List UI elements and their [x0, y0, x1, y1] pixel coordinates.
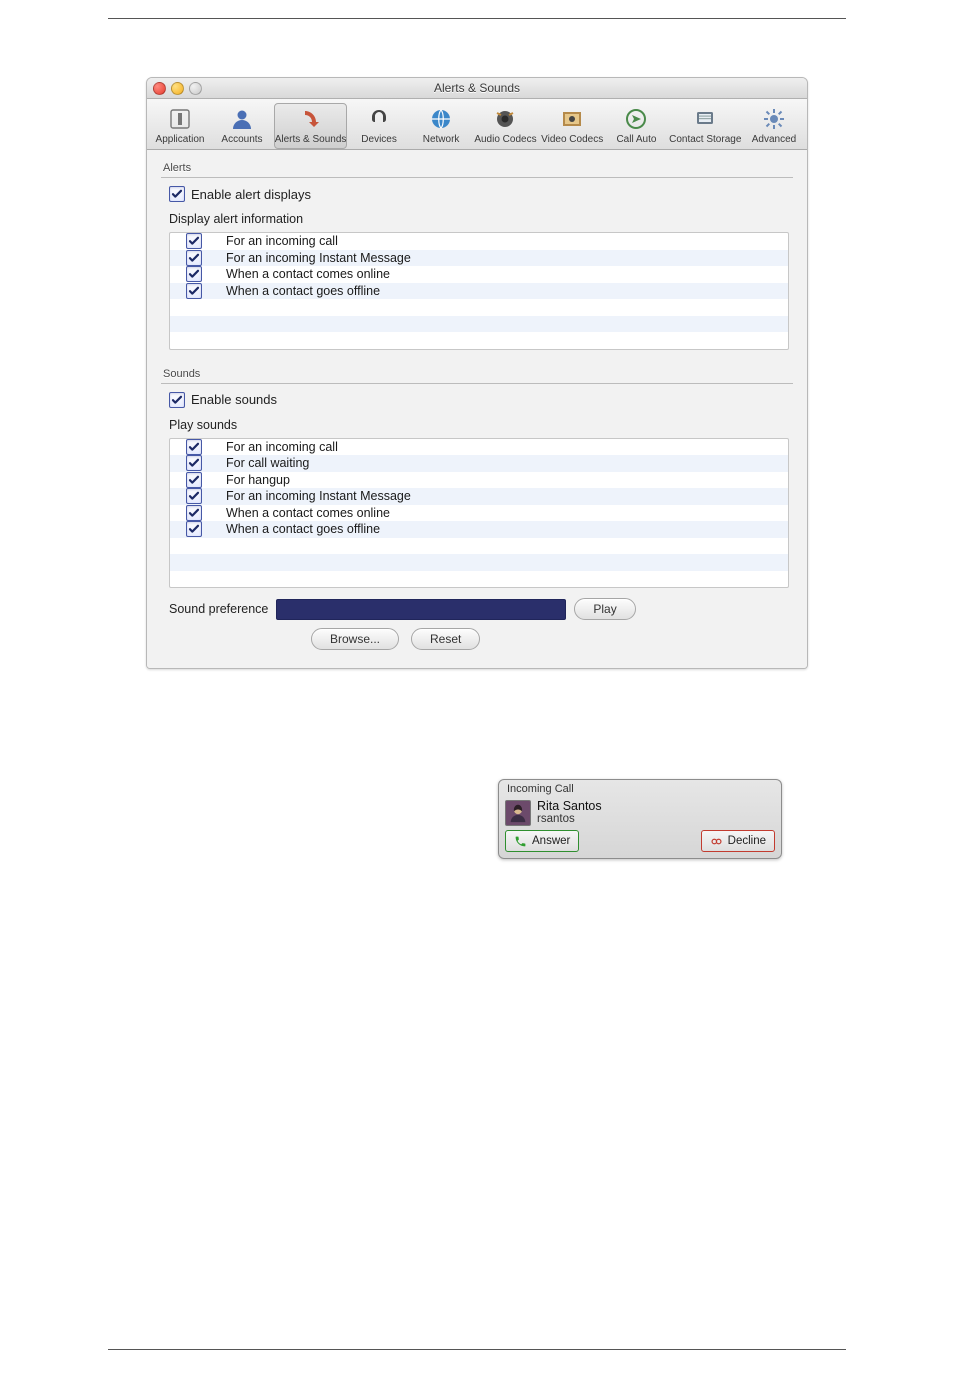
toolbar-icon	[227, 106, 257, 132]
toolbar-icon	[759, 106, 789, 132]
toolbar-tab-label: Devices	[361, 134, 397, 145]
toolbar-tab-label: Accounts	[221, 134, 262, 145]
alerts-section-header: Alerts	[161, 162, 793, 178]
row-label: For an incoming call	[226, 234, 338, 248]
list-row	[170, 538, 788, 555]
sound-preference-label: Sound preference	[169, 602, 268, 616]
sounds-list: For an incoming call For call waiting For …	[169, 438, 789, 589]
toolbar-icon	[490, 106, 520, 132]
toolbar-tab-alerts-sounds[interactable]: Alerts & Sounds	[274, 103, 347, 149]
toolbar-icon	[296, 106, 326, 132]
window-titlebar: Alerts & Sounds	[147, 78, 807, 99]
toolbar-tab-label: Application	[156, 134, 205, 145]
incoming-call-popup: Incoming Call Rita Santos rsantos Answer…	[498, 779, 782, 859]
list-row	[170, 554, 788, 571]
list-row[interactable]: For hangup	[170, 472, 788, 489]
play-sounds-label: Play sounds	[161, 410, 793, 438]
list-row[interactable]: For call waiting	[170, 455, 788, 472]
toolbar-tab-application[interactable]: Application	[150, 103, 210, 149]
decline-button-label: Decline	[728, 835, 766, 847]
row-label: When a contact goes offline	[226, 284, 380, 298]
toolbar-tab-video-codecs[interactable]: Video Codecs	[540, 103, 605, 149]
toolbar-tab-advanced[interactable]: Advanced	[744, 103, 804, 149]
toolbar-tab-label: Network	[423, 134, 460, 145]
enable-sounds-checkbox[interactable]	[169, 392, 185, 408]
display-alert-info-label: Display alert information	[161, 204, 793, 232]
toolbar-tab-label: Call Auto	[616, 134, 656, 145]
row-label: When a contact comes online	[226, 267, 390, 281]
row-checkbox[interactable]	[186, 439, 202, 455]
toolbar-tab-label: Video Codecs	[541, 134, 603, 145]
toolbar-tab-label: Contact Storage	[669, 134, 741, 145]
row-label: When a contact goes offline	[226, 522, 380, 536]
toolbar-tab-contact-storage[interactable]: Contact Storage	[668, 103, 742, 149]
toolbar-tab-label: Audio Codecs	[474, 134, 536, 145]
row-label: For an incoming Instant Message	[226, 251, 411, 265]
toolbar-tab-network[interactable]: Network	[411, 103, 471, 149]
list-row[interactable]: When a contact comes online	[170, 266, 788, 283]
row-label: For an incoming call	[226, 440, 338, 454]
enable-sounds-label: Enable sounds	[191, 392, 277, 407]
row-label: For hangup	[226, 473, 290, 487]
sound-preference-field[interactable]	[276, 599, 566, 620]
row-checkbox[interactable]	[186, 233, 202, 249]
answer-button-label: Answer	[532, 835, 570, 847]
enable-alert-displays-checkbox[interactable]	[169, 186, 185, 202]
list-row[interactable]: For an incoming call	[170, 233, 788, 250]
sounds-section-header: Sounds	[161, 368, 793, 384]
list-row[interactable]: When a contact comes online	[170, 505, 788, 522]
toolbar-icon	[690, 106, 720, 132]
caller-avatar	[505, 800, 531, 826]
row-checkbox[interactable]	[186, 266, 202, 282]
list-row	[170, 316, 788, 333]
list-row	[170, 571, 788, 588]
enable-alert-displays-label: Enable alert displays	[191, 187, 311, 202]
caller-name: Rita Santos	[537, 799, 602, 813]
toolbar-icon	[364, 106, 394, 132]
toolbar-tab-devices[interactable]: Devices	[349, 103, 409, 149]
answer-button[interactable]: Answer	[505, 830, 579, 852]
phone-decline-icon	[710, 835, 723, 848]
preferences-window: Alerts & Sounds Application Accounts Alert…	[146, 77, 808, 669]
row-checkbox[interactable]	[186, 283, 202, 299]
toolbar-tab-accounts[interactable]: Accounts	[212, 103, 272, 149]
toolbar-tab-label: Alerts & Sounds	[275, 134, 347, 145]
play-button[interactable]: Play	[574, 598, 635, 620]
decline-button[interactable]: Decline	[701, 830, 775, 852]
incoming-call-title: Incoming Call	[505, 783, 775, 797]
toolbar-tab-audio-codecs[interactable]: Audio Codecs	[473, 103, 538, 149]
alerts-list: For an incoming call For an incoming Inst…	[169, 232, 789, 350]
toolbar-tab-call-auto[interactable]: Call Auto	[606, 103, 666, 149]
list-row[interactable]: For an incoming call	[170, 439, 788, 456]
reset-button[interactable]: Reset	[411, 628, 480, 650]
toolbar-icon	[426, 106, 456, 132]
toolbar-icon	[557, 106, 587, 132]
row-checkbox[interactable]	[186, 521, 202, 537]
list-row[interactable]: When a contact goes offline	[170, 283, 788, 300]
row-checkbox[interactable]	[186, 250, 202, 266]
row-checkbox[interactable]	[186, 488, 202, 504]
list-row[interactable]: For an incoming Instant Message	[170, 250, 788, 267]
caller-username: rsantos	[537, 813, 602, 826]
toolbar-icon	[165, 106, 195, 132]
list-row	[170, 299, 788, 316]
row-label: For call waiting	[226, 456, 309, 470]
list-row[interactable]: For an incoming Instant Message	[170, 488, 788, 505]
phone-answer-icon	[514, 835, 527, 848]
toolbar-icon	[621, 106, 651, 132]
row-label: When a contact comes online	[226, 506, 390, 520]
row-checkbox[interactable]	[186, 455, 202, 471]
row-checkbox[interactable]	[186, 472, 202, 488]
row-label: For an incoming Instant Message	[226, 489, 411, 503]
window-title: Alerts & Sounds	[147, 81, 807, 95]
preferences-toolbar: Application Accounts Alerts & Sounds Device…	[147, 99, 807, 150]
browse-button[interactable]: Browse...	[311, 628, 399, 650]
list-row[interactable]: When a contact goes offline	[170, 521, 788, 538]
row-checkbox[interactable]	[186, 505, 202, 521]
toolbar-tab-label: Advanced	[752, 134, 796, 145]
list-row	[170, 332, 788, 349]
